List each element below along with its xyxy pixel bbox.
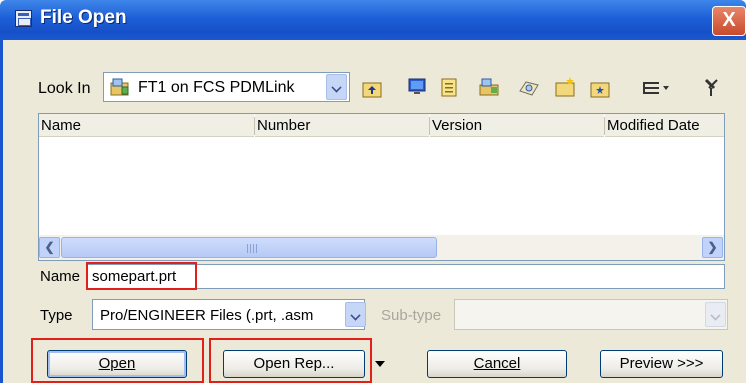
- scroll-left-button[interactable]: ❮: [39, 237, 60, 258]
- up-folder-icon[interactable]: [361, 78, 383, 100]
- new-document-icon[interactable]: [439, 76, 461, 98]
- window-icon: [15, 10, 32, 27]
- type-value: Pro/ENGINEER Files (.prt, .asm: [100, 307, 314, 324]
- grip-icon: [247, 244, 259, 253]
- open-rep-button[interactable]: Open Rep...: [223, 350, 365, 378]
- column-header-modified-date[interactable]: Modified Date: [605, 114, 724, 137]
- open-button[interactable]: Open: [47, 350, 187, 378]
- title-bar: File Open X: [0, 0, 746, 40]
- cancel-button[interactable]: Cancel: [427, 350, 567, 378]
- lookin-dropdown-button[interactable]: [326, 74, 347, 100]
- type-dropdown-button[interactable]: [345, 302, 366, 327]
- preview-button-label: Preview >>>: [619, 355, 704, 372]
- scroll-right-button[interactable]: ❯: [702, 237, 723, 258]
- favorites-folder-icon[interactable]: [589, 78, 611, 100]
- chevron-down-icon: [710, 310, 721, 321]
- lookin-value: FT1 on FCS PDMLink: [138, 79, 295, 96]
- close-button[interactable]: X: [712, 6, 746, 36]
- name-value: somepart.prt: [92, 268, 177, 285]
- network-icon[interactable]: [518, 76, 540, 98]
- open-button-label: Open: [98, 355, 136, 372]
- scroll-thumb[interactable]: [61, 237, 437, 258]
- name-field[interactable]: [87, 264, 725, 289]
- window-title: File Open: [40, 7, 127, 28]
- commonspace-icon[interactable]: [478, 76, 500, 98]
- lookin-label: Look In: [38, 80, 91, 97]
- subtype-dropdown[interactable]: [454, 299, 728, 330]
- chevron-down-icon: [350, 310, 361, 321]
- open-rep-menu-arrow-icon[interactable]: [375, 361, 385, 367]
- column-header-number[interactable]: Number: [255, 114, 429, 137]
- cancel-button-label: Cancel: [473, 355, 521, 372]
- type-label: Type: [40, 307, 73, 324]
- horizontal-scrollbar[interactable]: ❮ ❯: [39, 235, 724, 260]
- chevron-down-icon: [331, 82, 342, 93]
- subtype-dropdown-button[interactable]: [705, 302, 726, 327]
- view-menu-icon[interactable]: [641, 78, 671, 100]
- preview-button[interactable]: Preview >>>: [600, 350, 723, 378]
- column-header-name[interactable]: Name: [39, 114, 254, 137]
- file-list[interactable]: Name Number Version Modified Date ❮ ❯: [38, 113, 725, 261]
- type-dropdown[interactable]: Pro/ENGINEER Files (.prt, .asm: [92, 299, 365, 330]
- desktop-icon[interactable]: [406, 76, 428, 98]
- name-label: Name: [40, 268, 81, 285]
- pin-icon[interactable]: [700, 76, 722, 98]
- lookin-dropdown[interactable]: FT1 on FCS PDMLink: [103, 72, 350, 102]
- server-folder-icon: [110, 78, 129, 96]
- column-header-version[interactable]: Version: [430, 114, 604, 137]
- new-folder-icon[interactable]: [554, 76, 576, 98]
- subtype-label: Sub-type: [381, 307, 442, 324]
- open-rep-button-label: Open Rep...: [253, 355, 335, 372]
